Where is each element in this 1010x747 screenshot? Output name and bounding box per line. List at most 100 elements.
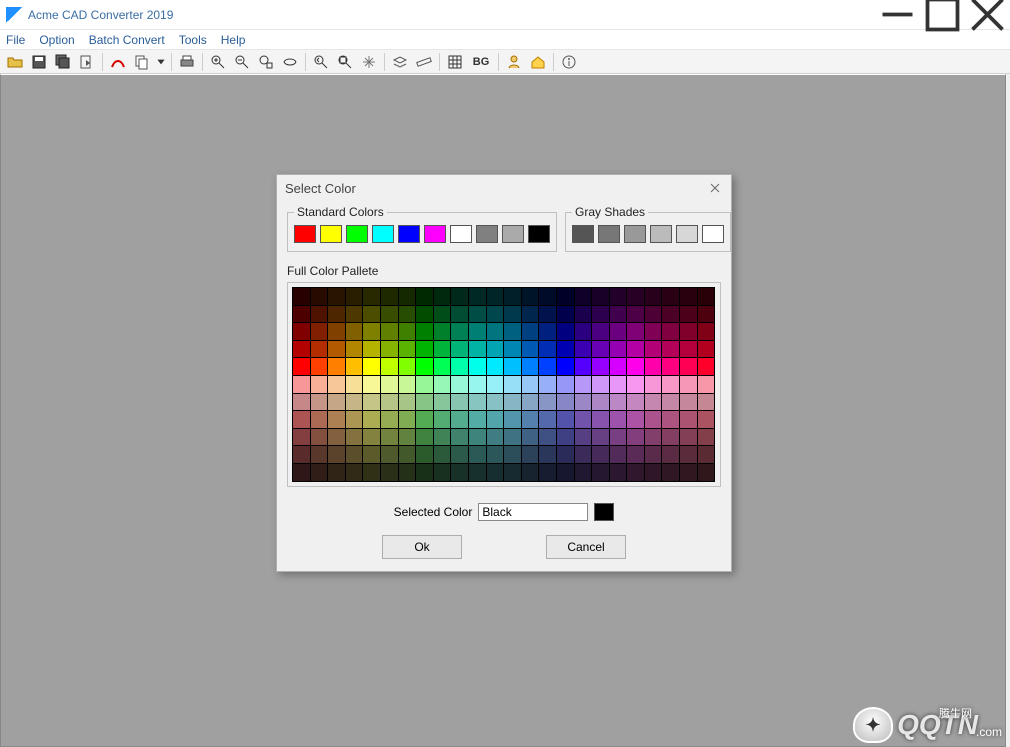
palette-cell[interactable]: [451, 429, 468, 446]
palette-cell[interactable]: [575, 464, 592, 481]
palette-cell[interactable]: [293, 394, 310, 411]
palette-cell[interactable]: [557, 323, 574, 340]
palette-cell[interactable]: [557, 358, 574, 375]
palette-cell[interactable]: [363, 446, 380, 463]
palette-cell[interactable]: [539, 288, 556, 305]
palette-cell[interactable]: [293, 464, 310, 481]
palette-cell[interactable]: [539, 341, 556, 358]
palette-cell[interactable]: [645, 306, 662, 323]
print-icon[interactable]: [176, 52, 198, 72]
palette-cell[interactable]: [311, 358, 328, 375]
palette-cell[interactable]: [363, 376, 380, 393]
palette-cell[interactable]: [328, 358, 345, 375]
palette-cell[interactable]: [469, 464, 486, 481]
palette-cell[interactable]: [487, 341, 504, 358]
palette-cell[interactable]: [575, 341, 592, 358]
palette-cell[interactable]: [328, 429, 345, 446]
palette-cell[interactable]: [346, 394, 363, 411]
palette-cell[interactable]: [363, 464, 380, 481]
palette-cell[interactable]: [469, 323, 486, 340]
standard-color-swatch[interactable]: [528, 225, 550, 243]
palette-cell[interactable]: [575, 446, 592, 463]
palette-cell[interactable]: [504, 306, 521, 323]
save-all-icon[interactable]: [52, 52, 74, 72]
palette-cell[interactable]: [399, 306, 416, 323]
palette-cell[interactable]: [416, 394, 433, 411]
palette-cell[interactable]: [311, 411, 328, 428]
palette-cell[interactable]: [627, 288, 644, 305]
palette-cell[interactable]: [504, 323, 521, 340]
palette-cell[interactable]: [627, 446, 644, 463]
cancel-button[interactable]: Cancel: [546, 535, 626, 559]
palette-cell[interactable]: [399, 323, 416, 340]
palette-cell[interactable]: [698, 446, 715, 463]
palette-cell[interactable]: [557, 306, 574, 323]
palette-cell[interactable]: [680, 341, 697, 358]
palette-cell[interactable]: [610, 358, 627, 375]
palette-cell[interactable]: [662, 464, 679, 481]
palette-cell[interactable]: [557, 411, 574, 428]
palette-cell[interactable]: [487, 446, 504, 463]
palette-cell[interactable]: [645, 446, 662, 463]
palette-cell[interactable]: [487, 306, 504, 323]
palette-cell[interactable]: [592, 429, 609, 446]
palette-cell[interactable]: [487, 464, 504, 481]
palette-cell[interactable]: [698, 341, 715, 358]
palette-cell[interactable]: [575, 429, 592, 446]
palette-cell[interactable]: [416, 446, 433, 463]
palette-cell[interactable]: [293, 446, 310, 463]
palette-cell[interactable]: [698, 288, 715, 305]
palette-cell[interactable]: [293, 411, 310, 428]
palette-cell[interactable]: [539, 376, 556, 393]
info-icon[interactable]: [558, 52, 580, 72]
palette-cell[interactable]: [363, 288, 380, 305]
palette-cell[interactable]: [539, 446, 556, 463]
palette-cell[interactable]: [662, 446, 679, 463]
palette-cell[interactable]: [434, 464, 451, 481]
palette-cell[interactable]: [662, 394, 679, 411]
export-icon[interactable]: [76, 52, 98, 72]
palette-cell[interactable]: [662, 358, 679, 375]
palette-cell[interactable]: [311, 394, 328, 411]
palette-cell[interactable]: [399, 411, 416, 428]
palette-cell[interactable]: [399, 464, 416, 481]
palette-cell[interactable]: [451, 411, 468, 428]
minimize-button[interactable]: [875, 0, 920, 30]
palette-cell[interactable]: [311, 288, 328, 305]
palette-cell[interactable]: [592, 411, 609, 428]
palette-cell[interactable]: [381, 464, 398, 481]
palette-cell[interactable]: [381, 446, 398, 463]
palette-cell[interactable]: [381, 411, 398, 428]
palette-cell[interactable]: [592, 394, 609, 411]
palette-cell[interactable]: [662, 429, 679, 446]
palette-cell[interactable]: [522, 306, 539, 323]
palette-cell[interactable]: [487, 376, 504, 393]
palette-cell[interactable]: [698, 411, 715, 428]
palette-cell[interactable]: [346, 288, 363, 305]
palette-cell[interactable]: [346, 341, 363, 358]
palette-cell[interactable]: [645, 341, 662, 358]
selected-color-input[interactable]: [478, 503, 588, 521]
palette-cell[interactable]: [627, 429, 644, 446]
palette-cell[interactable]: [592, 341, 609, 358]
palette-cell[interactable]: [610, 288, 627, 305]
palette-cell[interactable]: [575, 376, 592, 393]
palette-cell[interactable]: [522, 358, 539, 375]
palette-cell[interactable]: [346, 464, 363, 481]
palette-cell[interactable]: [575, 306, 592, 323]
palette-cell[interactable]: [645, 323, 662, 340]
close-button[interactable]: [965, 0, 1010, 30]
palette-cell[interactable]: [469, 394, 486, 411]
palette-cell[interactable]: [434, 429, 451, 446]
palette-cell[interactable]: [627, 306, 644, 323]
palette-cell[interactable]: [680, 464, 697, 481]
menu-help[interactable]: Help: [221, 33, 246, 47]
palette-cell[interactable]: [328, 306, 345, 323]
palette-cell[interactable]: [381, 341, 398, 358]
palette-cell[interactable]: [416, 376, 433, 393]
menu-option[interactable]: Option: [39, 33, 74, 47]
palette-cell[interactable]: [575, 358, 592, 375]
palette-cell[interactable]: [363, 394, 380, 411]
standard-color-swatch[interactable]: [450, 225, 472, 243]
palette-cell[interactable]: [522, 323, 539, 340]
